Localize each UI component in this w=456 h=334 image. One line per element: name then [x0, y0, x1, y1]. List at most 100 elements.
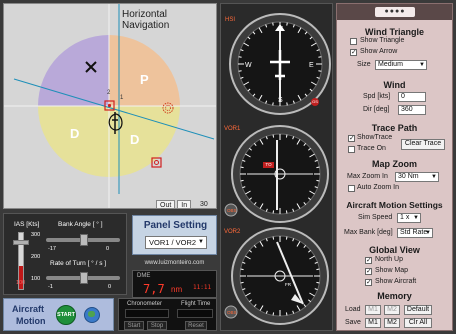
vor2-obs-knob[interactable]: OBS: [227, 310, 237, 315]
ias-tick-300: 300: [31, 232, 41, 238]
timers-panel: Chronometer Start Stop Flight Time Reset: [118, 298, 217, 331]
max-bank-label: Max Bank [deg]: [344, 229, 393, 236]
aircraft-motion-label-1: Aircraft: [12, 304, 45, 314]
north-up-checkbox[interactable]: ✓: [365, 257, 372, 264]
chrono-stop-button[interactable]: Stop: [147, 321, 167, 330]
instrument-column: N E S W: [220, 3, 333, 331]
aircraft-motion-label-2: Motion: [16, 316, 46, 326]
chevron-down-icon: ▼: [198, 239, 204, 245]
zoom-out-button[interactable]: Out: [156, 200, 176, 208]
save-m2-button[interactable]: M2: [384, 318, 400, 328]
bank-angle-thumb[interactable]: [80, 234, 88, 246]
bank-left-value: -17: [48, 246, 56, 252]
hsi-label: HSI: [225, 17, 236, 23]
panel-setting-title: Panel Setting: [143, 220, 208, 231]
size-label: Size: [357, 61, 371, 68]
rate-of-turn-label: Rate of Turn [ ° / s ]: [50, 260, 107, 267]
load-m1-button[interactable]: M1: [365, 305, 381, 315]
show-aircraft-label: Show Aircraft: [375, 278, 417, 285]
dme-value: 7,7: [143, 282, 165, 296]
panel-setting-select[interactable]: VOR1 / VOR2 ▼: [145, 236, 207, 249]
auto-zoom-checkbox[interactable]: [348, 185, 355, 192]
chevron-down-icon: ▼: [431, 174, 437, 180]
vor1-to-flag: TO: [265, 162, 272, 167]
show-aircraft-checkbox[interactable]: ✓: [365, 279, 372, 286]
sim-speed-select[interactable]: 1 x ▼: [397, 213, 421, 223]
ias-label: IAS [Kts]: [14, 221, 40, 228]
svg-text:W: W: [245, 62, 252, 69]
turn-left-value: -1: [48, 284, 53, 290]
ias-tick-200: 200: [31, 254, 41, 260]
flight-time-display: [177, 309, 213, 318]
max-bank-select[interactable]: Std Rate ▼: [397, 228, 433, 238]
map-range-label: 30 Nm: [200, 201, 208, 208]
chronometer-display: [125, 309, 169, 318]
max-zoom-label: Max Zoom In: [347, 173, 388, 180]
load-default-button[interactable]: Default: [404, 305, 432, 315]
panel-setting-box: Panel Setting VOR1 / VOR2 ▼: [132, 215, 217, 255]
settings-header-bar: ●●●●: [337, 4, 452, 20]
show-map-label: Show Map: [375, 267, 409, 274]
show-trace-checkbox[interactable]: ✓: [348, 135, 355, 142]
flight-time-reset-button[interactable]: Reset: [185, 321, 207, 330]
globe-icon[interactable]: [84, 307, 100, 323]
show-triangle-checkbox[interactable]: [350, 38, 357, 45]
clear-all-button[interactable]: Clr All: [404, 318, 432, 328]
sector-label-d-right: D: [130, 132, 140, 147]
bank-right-value: 0: [106, 246, 110, 252]
page-dots-indicator[interactable]: ●●●●: [375, 7, 415, 17]
navigation-map[interactable]: 1 2 P D D Horizontal Navigation Out In 30…: [3, 3, 217, 209]
panel-setting-value: VOR1 / VOR2: [149, 238, 197, 247]
size-select[interactable]: Medium ▼: [375, 60, 427, 70]
trace-on-label: Trace On: [357, 145, 386, 152]
flight-controls-panel: IAS [Kts] 300 200 100 100 Bank Angle [ °…: [3, 213, 127, 295]
trace-path-title: Trace Path: [371, 123, 418, 133]
map-canvas[interactable]: 1 2: [4, 4, 217, 209]
vor2-instrument: [224, 227, 329, 325]
show-map-checkbox[interactable]: ✓: [365, 268, 372, 275]
show-arrow-label: Show Arrow: [360, 48, 398, 55]
global-view-title: Global View: [369, 245, 420, 255]
vor2-from-flag: FR: [285, 282, 291, 287]
save-m1-button[interactable]: M1: [365, 318, 381, 328]
website-link[interactable]: www.luizmonteiro.com: [132, 260, 217, 269]
vor1-obs-knob[interactable]: OBS: [227, 208, 237, 213]
vor1-instrument: [224, 125, 329, 223]
memory-title: Memory: [377, 291, 412, 301]
ias-value: 100: [16, 280, 26, 286]
sim-speed-value: 1 x: [400, 214, 410, 221]
turn-right-value: 0: [108, 284, 112, 290]
chronometer-label: Chronometer: [127, 301, 163, 307]
load-m2-button[interactable]: M2: [384, 305, 400, 315]
ias-tick-100: 100: [31, 276, 41, 282]
chrono-start-button[interactable]: Start: [124, 321, 144, 330]
rate-of-turn-thumb[interactable]: [80, 272, 88, 284]
zoom-in-button[interactable]: In: [177, 200, 192, 208]
size-value: Medium: [378, 61, 403, 68]
trace-on-checkbox[interactable]: [348, 146, 355, 153]
dme-display: DME 7,7 nm 11:11: [132, 270, 217, 298]
max-zoom-select[interactable]: 30 Nm ▼: [395, 172, 439, 182]
hsi-alert-flag: GS: [312, 99, 318, 104]
auto-zoom-label: Auto Zoom In: [357, 184, 400, 191]
map-zoom-buttons: Out In: [156, 200, 193, 208]
wind-speed-input[interactable]: 0: [398, 92, 426, 102]
show-arrow-checkbox[interactable]: ✓: [350, 49, 357, 56]
clear-trace-button[interactable]: Clear Trace: [401, 139, 445, 150]
chevron-down-icon: ▼: [419, 62, 425, 68]
wind-speed-label: Spd [kts]: [363, 93, 391, 100]
chevron-down-icon: ▼: [425, 230, 431, 236]
aircraft-motion-box: Aircraft Motion START: [3, 298, 114, 331]
wind-dir-input[interactable]: 360: [398, 105, 426, 115]
svg-text:E: E: [309, 62, 314, 69]
wind-dir-label: Dir [deg]: [363, 106, 390, 113]
chevron-down-icon: ▼: [413, 215, 419, 221]
map-zoom-title: Map Zoom: [372, 159, 417, 169]
ias-slider-thumb[interactable]: [13, 240, 29, 245]
dme-label: DME: [137, 273, 151, 279]
instrument-canvas: N E S W: [224, 13, 331, 325]
sim-speed-label: Sim Speed: [358, 214, 393, 221]
dme-extra: 11:11: [193, 284, 212, 291]
start-button[interactable]: START: [56, 305, 76, 325]
north-up-label: North Up: [375, 256, 404, 263]
